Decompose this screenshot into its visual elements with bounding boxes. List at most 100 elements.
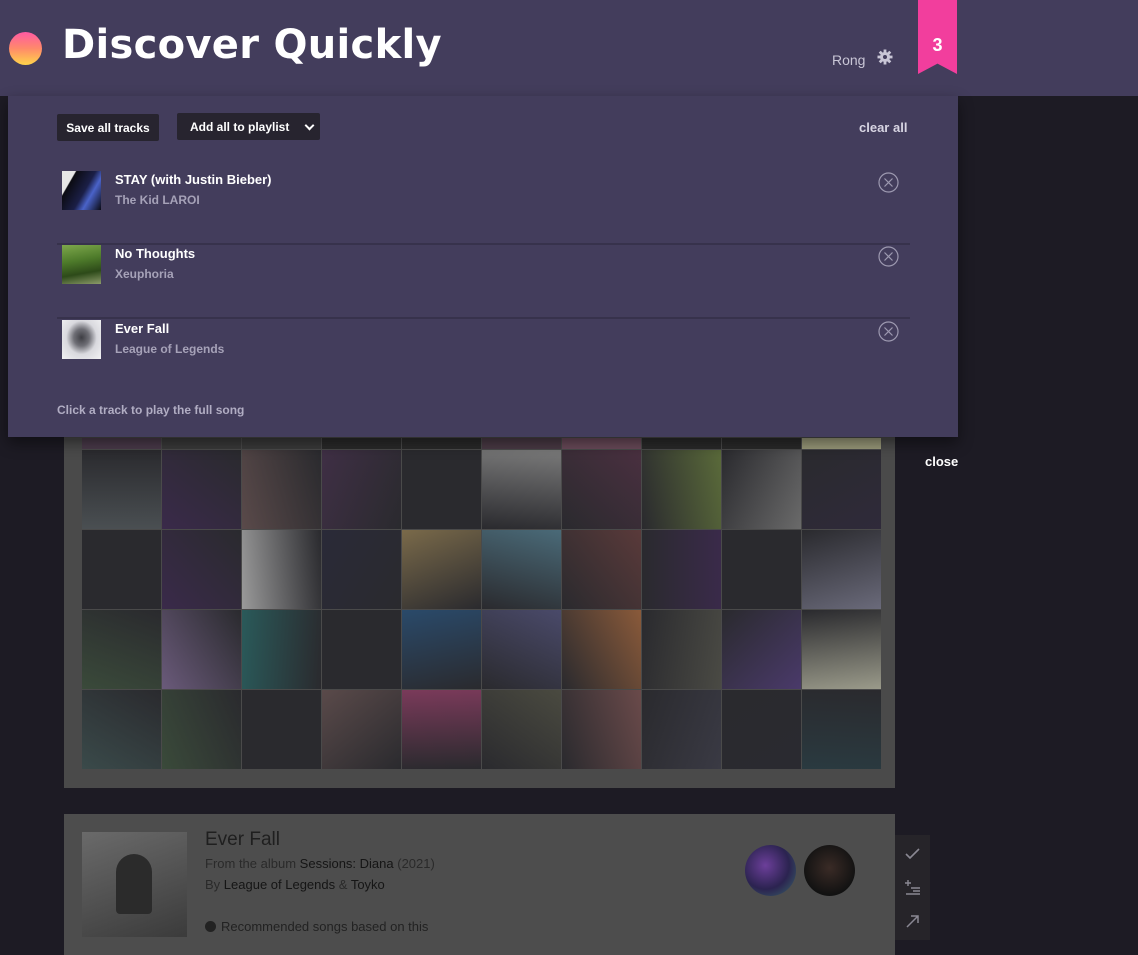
panel-hint: Click a track to play the full song: [57, 403, 245, 417]
album-tile[interactable]: [562, 438, 641, 449]
album-tile[interactable]: [802, 690, 881, 769]
artist-avatar-2[interactable]: [804, 845, 855, 896]
album-tile[interactable]: [722, 530, 801, 609]
album-prefix: From the album: [205, 856, 297, 871]
album-tile[interactable]: [562, 610, 641, 689]
album-tile[interactable]: [402, 438, 481, 449]
album-tile[interactable]: [82, 450, 161, 529]
recommended-label: Recommended songs based on this: [221, 919, 429, 934]
album-tile[interactable]: [642, 530, 721, 609]
close-grid-link[interactable]: close: [925, 454, 958, 469]
now-playing-artists-line: By League of Legends & Toyko: [205, 877, 385, 892]
album-year: (2021): [397, 856, 435, 871]
app-logo: [9, 32, 42, 65]
album-tile[interactable]: [562, 450, 641, 529]
app-title: Discover Quickly: [62, 22, 442, 68]
album-tile[interactable]: [402, 610, 481, 689]
album-tile[interactable]: [402, 450, 481, 529]
remove-icon[interactable]: [878, 321, 899, 342]
artist-avatar-1[interactable]: [745, 845, 796, 896]
save-all-tracks-button[interactable]: Save all tracks: [57, 114, 159, 141]
add-to-playlist-icon[interactable]: [904, 879, 921, 896]
now-playing-album-line: From the album Sessions: Diana (2021): [205, 856, 435, 871]
album-tile[interactable]: [562, 530, 641, 609]
album-tile[interactable]: [642, 690, 721, 769]
album-tile[interactable]: [322, 530, 401, 609]
album-tile[interactable]: [162, 610, 241, 689]
album-tile[interactable]: [162, 690, 241, 769]
album-tile[interactable]: [82, 530, 161, 609]
album-tile[interactable]: [242, 450, 321, 529]
album-tile[interactable]: [482, 530, 561, 609]
saved-count-badge[interactable]: 3: [918, 0, 957, 74]
clear-all-link[interactable]: clear all: [859, 120, 907, 135]
app-header: Discover Quickly Rong: [0, 0, 1138, 96]
gear-icon[interactable]: [877, 49, 893, 65]
album-tile[interactable]: [642, 450, 721, 529]
add-all-to-playlist-dropdown[interactable]: Add all to playlist: [177, 113, 320, 140]
album-tile[interactable]: [722, 438, 801, 449]
recommended-songs-link[interactable]: Recommended songs based on this: [205, 919, 428, 934]
album-tile[interactable]: [722, 610, 801, 689]
track-artist: League of Legends: [115, 342, 225, 356]
album-tile[interactable]: [242, 610, 321, 689]
saved-track-row[interactable]: No Thoughts Xeuphoria: [57, 245, 910, 319]
album-tile[interactable]: [562, 690, 641, 769]
album-tile[interactable]: [642, 610, 721, 689]
add-all-label: Add all to playlist: [190, 119, 290, 134]
by-prefix: By: [205, 877, 221, 892]
track-album-art: [62, 171, 101, 210]
album-tile[interactable]: [322, 690, 401, 769]
row-divider: [57, 317, 910, 319]
album-tile[interactable]: [802, 610, 881, 689]
artist-link-2[interactable]: Toyko: [351, 877, 385, 892]
album-tile[interactable]: [82, 690, 161, 769]
track-artist: The Kid LAROI: [115, 193, 200, 207]
album-tile[interactable]: [242, 438, 321, 449]
album-tile[interactable]: [722, 450, 801, 529]
chevron-down-icon: [304, 120, 315, 131]
page: close Ever Fall From the album Sessions:…: [0, 0, 1138, 955]
album-tile[interactable]: [802, 530, 881, 609]
check-icon[interactable]: [904, 845, 921, 862]
album-tile[interactable]: [162, 530, 241, 609]
album-link[interactable]: Sessions: Diana: [300, 856, 394, 871]
album-tile[interactable]: [162, 438, 241, 449]
track-album-art: [62, 245, 101, 284]
album-tile[interactable]: [82, 438, 161, 449]
album-tile[interactable]: [482, 438, 561, 449]
album-tile[interactable]: [642, 438, 721, 449]
album-tile[interactable]: [322, 610, 401, 689]
album-tile[interactable]: [722, 690, 801, 769]
artist-separator: &: [338, 877, 348, 892]
remove-icon[interactable]: [878, 172, 899, 193]
album-tile[interactable]: [82, 610, 161, 689]
album-tile[interactable]: [402, 530, 481, 609]
album-tile[interactable]: [242, 530, 321, 609]
album-tile[interactable]: [322, 450, 401, 529]
track-name: STAY (with Justin Bieber): [115, 172, 272, 187]
album-tile[interactable]: [482, 450, 561, 529]
album-tile[interactable]: [322, 438, 401, 449]
track-actions: [895, 835, 930, 940]
album-tile[interactable]: [242, 690, 321, 769]
album-tile[interactable]: [162, 450, 241, 529]
artist-link-1[interactable]: League of Legends: [224, 877, 335, 892]
now-playing-title: Ever Fall: [205, 829, 280, 850]
track-artist: Xeuphoria: [115, 267, 174, 281]
album-tile[interactable]: [402, 690, 481, 769]
saved-track-row[interactable]: STAY (with Justin Bieber) The Kid LAROI: [57, 171, 910, 245]
album-grid: [82, 438, 881, 770]
track-album-art: [62, 320, 101, 359]
now-playing-album-art[interactable]: [82, 832, 187, 937]
open-external-icon[interactable]: [904, 913, 921, 930]
track-name: No Thoughts: [115, 246, 196, 261]
remove-icon[interactable]: [878, 246, 899, 267]
album-tile[interactable]: [802, 450, 881, 529]
chevron-right-icon: [205, 921, 216, 932]
saved-track-row[interactable]: Ever Fall League of Legends: [57, 320, 910, 394]
album-tile[interactable]: [802, 438, 881, 449]
user-name[interactable]: Rong: [832, 52, 865, 68]
album-tile[interactable]: [482, 610, 561, 689]
album-tile[interactable]: [482, 690, 561, 769]
